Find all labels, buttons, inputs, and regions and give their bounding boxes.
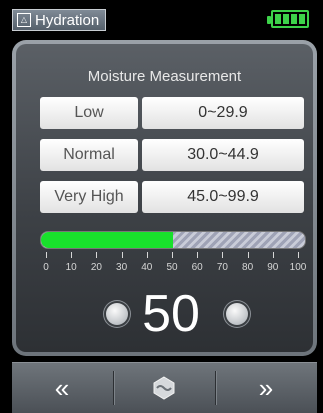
scale-label: 0 — [43, 262, 49, 273]
range-value: 0~29.9 — [142, 97, 304, 129]
double-chevron-left-icon: « — [54, 372, 70, 403]
range-value: 45.0~99.9 — [142, 181, 304, 213]
moisture-value: 50 — [142, 285, 200, 343]
forward-button[interactable]: » — [216, 363, 316, 413]
scale-label: 60 — [191, 262, 203, 273]
scale-tick — [71, 252, 73, 258]
scale-label: 10 — [65, 262, 77, 273]
app-icon: △ — [17, 13, 31, 27]
scale-tick — [272, 252, 274, 258]
measurement-frame: Moisture Measurement Low 0~29.9 Normal 3… — [12, 40, 317, 356]
scale-label: 100 — [289, 262, 307, 273]
decrease-button[interactable] — [106, 303, 128, 325]
scale-tick — [96, 252, 98, 258]
increase-button[interactable] — [226, 303, 248, 325]
range-label: Very High — [40, 181, 138, 213]
moisture-level-bar — [40, 231, 306, 249]
app-name: Hydration — [35, 11, 100, 29]
status-bar: △ Hydration — [0, 0, 323, 36]
measurement-title: Moisture Measurement — [87, 68, 242, 85]
scale-tick — [46, 252, 47, 258]
scale-tick — [146, 252, 148, 258]
scale-label: 50 — [166, 262, 178, 273]
range-row-low: Low 0~29.9 — [40, 97, 304, 129]
scale-label: 80 — [242, 262, 254, 273]
scale-label: 40 — [141, 262, 153, 273]
scale-ticks — [40, 252, 304, 262]
back-button[interactable]: « — [12, 363, 112, 413]
scale-tick — [172, 252, 173, 258]
measure-icon — [153, 376, 175, 400]
scale-tick — [121, 252, 123, 258]
app-title-chip: △ Hydration — [12, 9, 107, 31]
scale-tick — [222, 252, 224, 258]
scale-label: 70 — [216, 262, 228, 273]
scale-tick — [298, 252, 299, 258]
range-label: Normal — [40, 139, 138, 171]
battery-full-icon — [267, 10, 309, 28]
range-row-normal: Normal 30.0~44.9 — [40, 139, 304, 171]
moisture-level-fill — [41, 232, 173, 248]
measurement-panel: Moisture Measurement Low 0~29.9 Normal 3… — [16, 44, 313, 352]
scale-tick — [197, 252, 199, 258]
scale-tick — [247, 252, 249, 258]
measure-button[interactable] — [114, 363, 214, 413]
range-value: 30.0~44.9 — [142, 139, 304, 171]
scale-label: 20 — [90, 262, 102, 273]
double-chevron-right-icon: » — [258, 372, 274, 403]
bottom-nav-bar: « » — [12, 362, 317, 413]
scale-labels: 0 10 20 30 40 50 60 70 80 90 100 — [40, 262, 306, 276]
scale-label: 30 — [116, 262, 128, 273]
range-label: Low — [40, 97, 138, 129]
range-row-very-high: Very High 45.0~99.9 — [40, 181, 304, 213]
scale-label: 90 — [267, 262, 279, 273]
